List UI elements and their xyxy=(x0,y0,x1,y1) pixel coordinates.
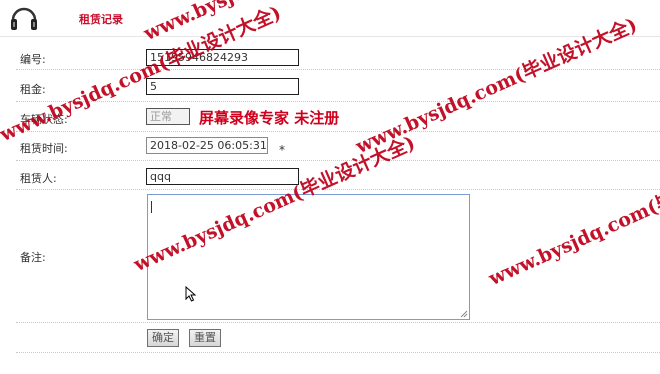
header-divider xyxy=(0,36,660,37)
form-row-rental-time: 租赁时间: 2018-02-25 06:05:31 xyxy=(0,133,660,161)
mouse-pointer-icon xyxy=(185,286,197,302)
unregistered-banner: 屏幕录像专家 未注册 xyxy=(199,109,340,127)
reset-button[interactable]: 重置 xyxy=(189,329,221,347)
field-label-rental-time: 租赁时间: xyxy=(20,142,68,155)
required-mark: * xyxy=(279,143,285,157)
field-label-renter: 租赁人: xyxy=(20,172,57,185)
rent-field[interactable]: 5 xyxy=(146,78,299,95)
page-title: 租赁记录 xyxy=(79,13,123,26)
form-bottom-divider xyxy=(0,352,660,353)
text-caret xyxy=(151,201,152,213)
field-label-rent: 租金: xyxy=(20,83,46,96)
field-label-remarks: 备注: xyxy=(20,251,46,264)
page-header: 租赁记录 xyxy=(0,0,660,36)
vehicle-status-field: 正常 xyxy=(146,108,190,125)
resize-grip-icon[interactable] xyxy=(460,310,468,318)
renter-field[interactable]: qqq xyxy=(146,168,299,185)
rental-time-field[interactable]: 2018-02-25 06:05:31 xyxy=(146,137,268,154)
submit-button[interactable]: 确定 xyxy=(147,329,179,347)
field-label-number: 编号: xyxy=(20,53,46,66)
headphones-icon xyxy=(11,7,37,30)
